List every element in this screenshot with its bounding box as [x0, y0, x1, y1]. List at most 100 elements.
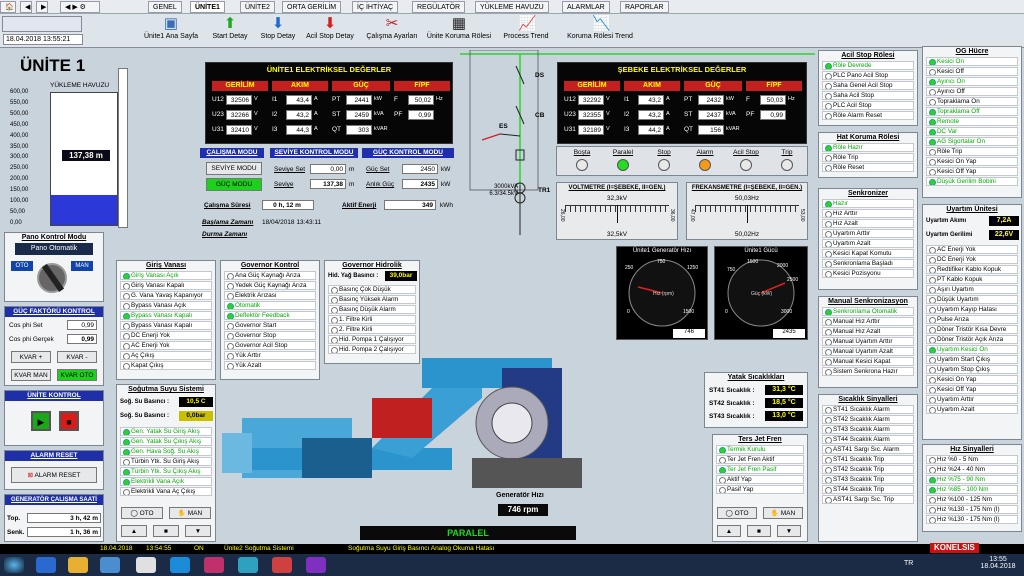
kvar-man-button[interactable]: KVAR MAN	[11, 369, 51, 381]
calisma-ayarlari-button[interactable]: ✂ Çalışma Ayarları	[364, 15, 420, 40]
tab-alarmlar[interactable]: ALARMLAR	[562, 1, 610, 13]
giris-item: Bypass Vanası Açık	[120, 301, 212, 310]
acil-item: PLC Acil Stop	[822, 101, 914, 110]
gov-item: Otomatik	[224, 301, 316, 310]
process-trend-button[interactable]: 📈 Process Trend	[500, 15, 552, 40]
og-item: Ayırıcı Off	[926, 87, 1018, 96]
uyartim-list: AC Enerji Yok DC Enerji Yok Redtifiker Kab…	[923, 245, 1021, 415]
arrows-icon[interactable]: ◀ ▶ ⚙	[60, 1, 100, 13]
elec-row-label: PF	[394, 111, 403, 118]
sogutma-item: Elektrikli Vana Açık	[120, 477, 212, 486]
ms-item: Manual Hız Azalt	[822, 327, 914, 336]
tab-unite1[interactable]: ÜNİTE1	[190, 1, 225, 13]
tab-orta-gerilim[interactable]: ORTA GERİLİM	[282, 1, 342, 13]
explorer-icon[interactable]	[68, 557, 88, 573]
start-detay-button[interactable]: ⬆ Start Detay	[208, 15, 252, 40]
koruma-rolesi-trend-button[interactable]: 📉 Koruma Rölesi Trend	[564, 15, 636, 40]
tab-unite2[interactable]: ÜNİTE2	[240, 1, 275, 13]
teamviewer-icon[interactable]	[170, 557, 190, 573]
unite1-ana-sayfa-button[interactable]: ▣ Ünite1 Ana Sayfa	[140, 15, 202, 40]
elec-row-unit: A	[314, 126, 318, 132]
acil-stop-detay-button[interactable]: ⬇ Acil Stop Detay	[302, 15, 358, 40]
status-state: ON	[194, 545, 204, 552]
chrome-icon[interactable]	[136, 557, 156, 573]
reservoir-tick: 50,00	[10, 208, 26, 215]
sogutma-item: Gen. Yatak Su Çıkış Akış	[120, 437, 212, 446]
ms-item: Manual Kesici Kapat	[822, 357, 914, 366]
start-button[interactable]: ▶	[31, 411, 51, 431]
freqmeter-title: FREKANSMETRE (I=ŞEBEKE, II=GEN.)	[691, 185, 803, 191]
stop-detay-button[interactable]: ⬇ Stop Detay	[256, 15, 300, 40]
back-icon[interactable]: ◀	[20, 1, 32, 13]
sogutma-stop-button[interactable]: ■	[153, 525, 179, 537]
elec-row-label: QT	[332, 126, 342, 133]
unite-koruma-rolesi-button[interactable]: ▦ Ünite Koruma Rölesi	[426, 15, 492, 40]
seviye-set-input[interactable]: 0,00	[310, 164, 346, 174]
start-menu-icon[interactable]	[4, 557, 24, 573]
hid-yag-basinc-label: Hid. Yağ Basıncı :	[328, 273, 379, 279]
uy-item: Döner Tristör Açık Arıza	[926, 335, 1018, 344]
media-icon[interactable]	[100, 557, 120, 573]
tjf-item: Ter Jet Fren Pasif	[716, 465, 804, 474]
ie-icon[interactable]	[36, 557, 56, 573]
guc-set-input[interactable]: 2450	[402, 164, 438, 174]
sogutma-item: Elektrikli Vana Aç Çıkış	[120, 487, 212, 496]
seviye-set-label: Seviye Set	[274, 166, 306, 173]
app-icon-3[interactable]	[272, 557, 292, 573]
hz-item: Hız %100 - 125 Nm	[926, 495, 1018, 504]
cos-phi-set-input[interactable]: 0,99	[67, 320, 97, 330]
tjf-man-button[interactable]: ✋ MAN	[763, 507, 803, 519]
sogutma-oto-button[interactable]: ◯ OTO	[121, 507, 163, 519]
sicaklik-sinyalleri-list: ST41 Sıcaklık Alarm ST42 Sıcaklık Alarm ST…	[819, 405, 917, 504]
alarm-reset-button[interactable]: ⊠ ALARM RESET	[11, 467, 97, 483]
uy-item: Uyartım Arttır	[926, 395, 1018, 404]
sogutma-up-button[interactable]: ▲	[121, 525, 147, 537]
status-lamp	[699, 159, 711, 171]
tr1-label: TR1	[538, 187, 551, 194]
reservoir-water-level	[51, 194, 117, 225]
og-hucre-list: Kesici On Kesici Off Ayırıcı On Ayırıcı Off…	[923, 57, 1021, 186]
kvar-oto-button[interactable]: KVAR OTO	[57, 369, 97, 381]
tjf-oto-button[interactable]: ◯ OTO	[717, 507, 757, 519]
sogutma-man-button[interactable]: ✋ MAN	[169, 507, 211, 519]
tab-raporlar[interactable]: RAPORLAR	[620, 1, 669, 13]
home-icon[interactable]: 🏠	[0, 1, 16, 13]
app-icon-1[interactable]	[204, 557, 224, 573]
elec-row-label: F	[394, 96, 398, 103]
forward-icon[interactable]: ▶	[36, 1, 48, 13]
guc-modu-button[interactable]: GÜÇ MODU	[206, 178, 262, 191]
giris-vanasi-panel: Giriş Vanası Giriş Vanası Açık Giriş Vana…	[116, 260, 216, 380]
acil-item: Röle Devrede	[822, 61, 914, 70]
tjf-down-button[interactable]: ▼	[777, 525, 801, 537]
generator-speed-value: 746 rpm	[498, 504, 548, 516]
acil-stop-list: Röle Devrede PLC Pano Acil Stop Saha Genel…	[819, 61, 917, 120]
tray-language[interactable]: TR	[904, 560, 913, 567]
power-tick-2500: 2500	[787, 277, 799, 283]
pano-selector-knob[interactable]	[37, 263, 67, 293]
tab-regulator[interactable]: REGÜLATÖR	[412, 1, 466, 13]
tjf-up-button[interactable]: ▲	[717, 525, 741, 537]
tab-genel[interactable]: GENEL	[148, 1, 182, 13]
kvar-plus-button[interactable]: KVAR +	[11, 351, 51, 363]
speed-tick-0: 0	[627, 309, 630, 315]
kvar-minus-button[interactable]: KVAR -	[57, 351, 97, 363]
total-hours-value: 3 h, 42 m	[27, 513, 101, 523]
pano-oto-label: OTO	[11, 261, 33, 271]
reservoir-tick: 350,00	[10, 143, 29, 150]
og-item: Kesici Off	[926, 67, 1018, 76]
top-tab-bar: 🏠 ◀ ▶ ◀ ▶ ⚙ GENEL ÜNİTE1 ÜNİTE2 ORTA GER…	[0, 0, 1024, 14]
stop-button[interactable]: ■	[59, 411, 79, 431]
sogutma-item: Türbin Ytk. Su Çıkış Akış	[120, 467, 212, 476]
sogutma-down-button[interactable]: ▼	[185, 525, 211, 537]
tab-yukleme-havuzu[interactable]: YÜKLEME HAVUZU	[475, 1, 549, 13]
tjf-stop-button[interactable]: ■	[747, 525, 771, 537]
elec-row-label: U31	[212, 126, 224, 133]
seviye-modu-button[interactable]: SEVİYE MODU	[206, 162, 262, 175]
gh-item: 1. Filtre Kirli	[328, 315, 416, 324]
tray-clock[interactable]: 13:55 18.04.2018	[978, 556, 1018, 570]
hid-yag-basinc-value: 39,0bar	[385, 271, 417, 281]
app-icon-2[interactable]	[238, 557, 258, 573]
nav-buttons[interactable]	[2, 16, 82, 32]
tab-ic-ihtiyac[interactable]: İÇ İHTİYAÇ	[352, 1, 399, 13]
app-icon-4[interactable]	[306, 557, 326, 573]
